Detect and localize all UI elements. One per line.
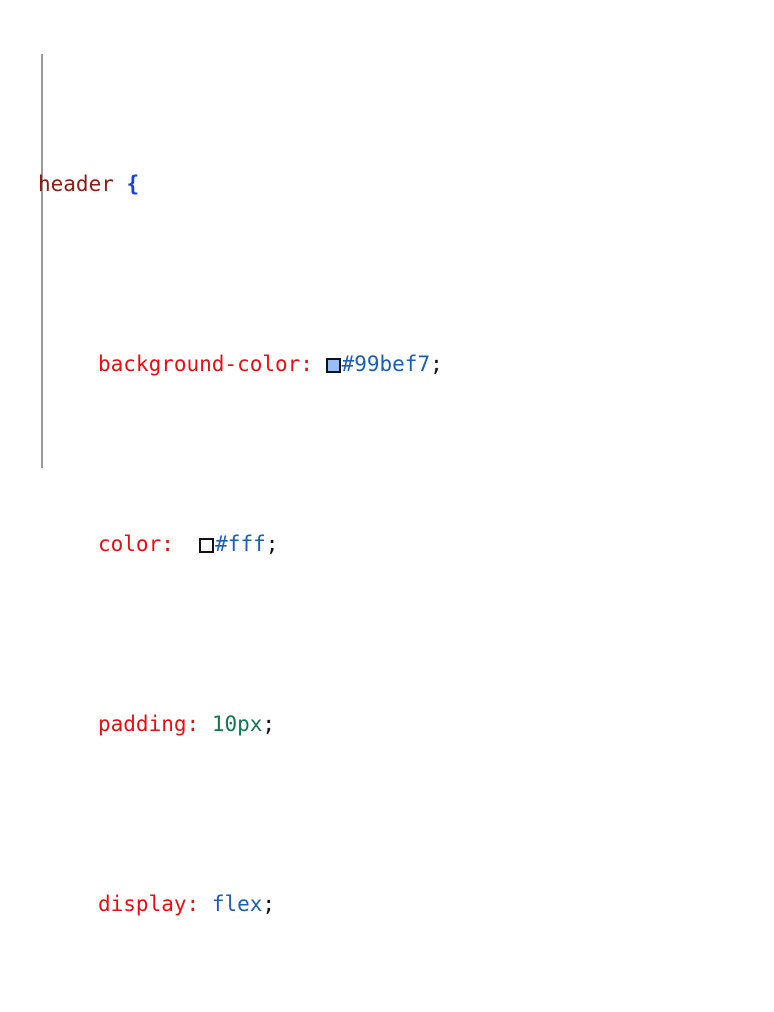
semicolon: ; <box>262 892 276 916</box>
value-background-color: #99bef7 <box>341 352 431 376</box>
semicolon: ; <box>265 532 279 556</box>
code-line-next-rule[interactable]: footer { <box>0 490 774 506</box>
semicolon: ; <box>430 352 443 376</box>
property-display: display: <box>98 892 200 916</box>
property-background-color: background-color: <box>98 352 313 376</box>
code-line-display[interactable]: display: flex; <box>0 886 774 922</box>
value-color: #fff <box>215 532 266 556</box>
open-brace: { <box>126 172 140 196</box>
color-swatch-background[interactable] <box>325 358 341 373</box>
code-line-selector[interactable]: header { <box>0 166 774 202</box>
code-content[interactable]: header { background-color: #99bef7; colo… <box>0 22 774 1012</box>
property-color: color: <box>98 532 174 556</box>
property-padding: padding: <box>98 712 200 736</box>
semicolon: ; <box>262 712 276 736</box>
value-padding: 10px <box>211 712 263 736</box>
value-display: flex <box>211 892 263 916</box>
code-line-color[interactable]: color: #fff; <box>0 526 774 562</box>
color-swatch-foreground[interactable] <box>199 538 215 553</box>
code-line-background-color[interactable]: background-color: #99bef7; <box>0 346 774 382</box>
code-line-padding[interactable]: padding: 10px; <box>0 706 774 742</box>
css-selector: header <box>38 172 114 196</box>
code-editor[interactable]: header { background-color: #99bef7; colo… <box>0 0 774 916</box>
